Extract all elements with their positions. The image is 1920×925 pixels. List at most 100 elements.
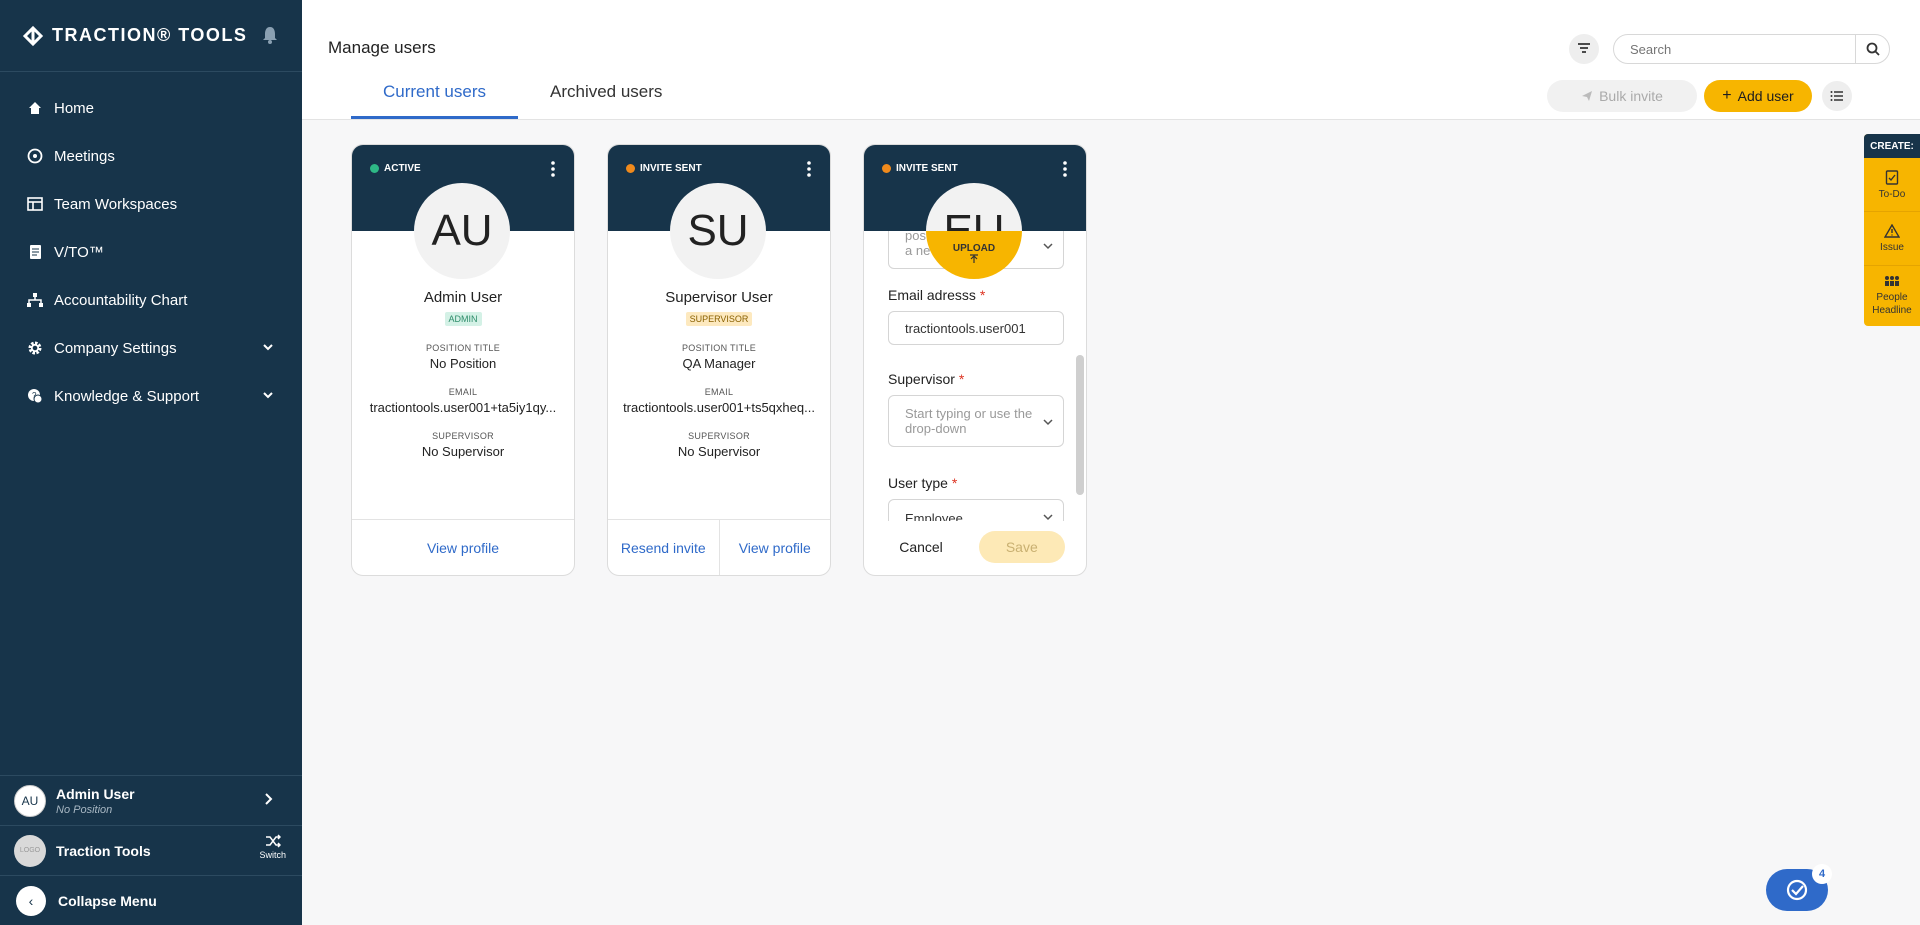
user-type-label: User type * [888, 475, 1064, 491]
brand-name: TRACTION® TOOLS [52, 25, 248, 45]
sidebar-item-accountability-chart[interactable]: Accountability Chart [0, 276, 302, 324]
avatar: EU [926, 183, 1022, 255]
status-badge: INVITE SENT [626, 163, 702, 174]
sidebar-item-label: Meetings [54, 147, 115, 165]
card-footer: Resend invite View profile [608, 519, 830, 575]
more-options-icon[interactable] [806, 161, 812, 177]
sidebar-footer: AU Admin User No Position LOGO Traction … [0, 775, 302, 925]
workspace-icon [26, 195, 44, 213]
sidebar-item-meetings[interactable]: Meetings [0, 132, 302, 180]
shuffle-icon [265, 834, 281, 848]
supervisor-label: SUPERVISOR [688, 431, 750, 441]
view-profile-link[interactable]: View profile [718, 520, 831, 575]
search-box [1613, 34, 1890, 64]
bulk-invite-button[interactable]: Bulk invite [1547, 80, 1697, 112]
email-value: tractiontools.user001+ts5qxheq... [623, 400, 815, 415]
brand: TRACTION® TOOLS [0, 0, 302, 72]
user-type-select[interactable]: Employee [888, 499, 1064, 521]
supervisor-value: No Supervisor [677, 444, 761, 459]
status-dot [626, 164, 635, 173]
chevron-down-icon [263, 392, 273, 399]
org-logo: LOGO [14, 834, 46, 867]
tab-current-users[interactable]: Current users [351, 80, 518, 119]
status-dot [370, 164, 379, 173]
sidebar-item-company-settings[interactable]: Company Settings [0, 324, 302, 372]
email-field[interactable]: tractiontools.user001 [888, 311, 1064, 345]
org-name: Traction Tools [56, 842, 151, 859]
user-card: ACTIVE AU Admin User ADMIN POSITION TITL… [351, 144, 575, 576]
more-options-icon[interactable] [1062, 161, 1068, 177]
user-type-label-text: User type [888, 475, 948, 491]
edit-actions: Cancel Save [864, 519, 1086, 575]
required-mark: * [979, 287, 986, 303]
sidebar: TRACTION® TOOLS Home Meetings Team Works… [0, 0, 302, 925]
cancel-button[interactable]: Cancel [885, 531, 957, 563]
email-label: EMAIL [448, 387, 478, 397]
sidebar-nav: Home Meetings Team Workspaces V/TO™ Acco… [0, 72, 302, 420]
todo-icon [1885, 170, 1899, 185]
sidebar-item-label: Accountability Chart [54, 291, 188, 309]
collapse-menu-button[interactable]: ‹ Collapse Menu [0, 875, 302, 925]
organization-row[interactable]: LOGO Traction Tools Switch [0, 825, 302, 875]
svg-text:?: ? [32, 391, 37, 400]
people-icon [1885, 276, 1899, 286]
avatar-upload[interactable]: EU UPLOAD [926, 183, 1022, 279]
page-header: Manage users Current users Archived user… [302, 0, 1920, 120]
filter-icon [1578, 43, 1590, 53]
create-people-headline-button[interactable]: People Headline [1864, 266, 1920, 326]
status-text: ACTIVE [384, 163, 421, 174]
email-label-text: Email adresss [888, 287, 976, 303]
issue-label: Issue [1880, 242, 1904, 253]
position-label: POSITION TITLE [681, 343, 757, 353]
upload-icon [970, 254, 978, 263]
bulk-invite-label: Bulk invite [1599, 88, 1663, 104]
support-icon: ? [26, 387, 44, 405]
status-text: INVITE SENT [896, 163, 958, 174]
role-badge: SUPERVISOR [685, 312, 753, 326]
email-field-value: tractiontools.user001 [905, 321, 1026, 336]
sidebar-item-vto[interactable]: V/TO™ [0, 228, 302, 276]
search-input[interactable] [1614, 41, 1854, 57]
supervisor-select[interactable]: Start typing or use the drop-down [888, 395, 1064, 447]
plus-icon: + [1722, 87, 1732, 104]
position-value: QA Manager [682, 356, 756, 371]
more-options-icon[interactable] [550, 161, 556, 177]
filter-button[interactable] [1569, 34, 1599, 64]
switch-org-button[interactable]: Switch [259, 834, 286, 860]
avatar: AU [14, 784, 46, 817]
create-todo-button[interactable]: To-Do [1864, 158, 1920, 212]
tabs: Current users Archived users [351, 80, 694, 119]
org-chart-icon [26, 291, 44, 309]
sidebar-item-knowledge-support[interactable]: ? Knowledge & Support [0, 372, 302, 420]
sidebar-item-team-workspaces[interactable]: Team Workspaces [0, 180, 302, 228]
save-button[interactable]: Save [978, 531, 1065, 563]
resend-invite-link[interactable]: Resend invite [608, 520, 719, 575]
document-icon [26, 243, 44, 261]
switch-label: Switch [259, 850, 286, 860]
add-user-button[interactable]: + Add user [1704, 80, 1812, 112]
bell-icon[interactable] [262, 26, 278, 44]
home-icon [26, 99, 44, 117]
chevron-left-icon: ‹ [16, 885, 46, 916]
card-footer: View profile [352, 519, 574, 575]
user-card: INVITE SENT SU Supervisor User SUPERVISO… [607, 144, 831, 576]
supervisor-label: Supervisor * [888, 371, 1064, 387]
sidebar-item-home[interactable]: Home [0, 84, 302, 132]
meetings-icon [26, 147, 44, 165]
list-view-button[interactable] [1822, 81, 1852, 111]
status-dot [882, 164, 891, 173]
search-button[interactable] [1855, 35, 1889, 63]
chevron-down-icon [263, 344, 273, 351]
create-issue-button[interactable]: Issue [1864, 212, 1920, 266]
email-value: tractiontools.user001+ta5iy1qy... [369, 400, 557, 415]
upload-button[interactable]: UPLOAD [926, 231, 1022, 279]
traction-logo-icon [22, 25, 44, 46]
current-user-row[interactable]: AU Admin User No Position [0, 775, 302, 825]
tab-archived-users[interactable]: Archived users [518, 80, 694, 119]
chevron-down-icon [1043, 419, 1053, 426]
edit-user-card: INVITE SENT pos a ne Email adresss * tra… [863, 144, 1087, 576]
sidebar-item-label: V/TO™ [54, 243, 104, 261]
view-profile-link[interactable]: View profile [352, 520, 574, 575]
sidebar-item-label: Knowledge & Support [54, 387, 200, 405]
scrollbar[interactable] [1076, 355, 1084, 495]
